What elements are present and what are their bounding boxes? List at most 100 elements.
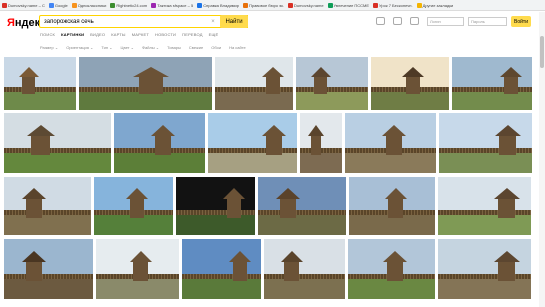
image-result[interactable] — [452, 57, 532, 110]
image-result[interactable] — [94, 177, 173, 235]
image-result[interactable] — [438, 239, 531, 299]
bookmark-item[interactable]: Тактика sfspace – 5 — [151, 2, 193, 8]
bookmark-label: Одноклассники — [77, 2, 107, 8]
image-result[interactable] — [4, 177, 91, 235]
bell-icon[interactable] — [393, 17, 402, 25]
image-result[interactable] — [4, 113, 111, 173]
filter-item[interactable]: Тип ⌄ — [101, 45, 112, 50]
tab-item[interactable]: ЕЩЁ — [209, 32, 219, 37]
tab-item[interactable]: МАРКЕТ — [132, 32, 149, 37]
image-result[interactable] — [439, 113, 532, 173]
tab-item[interactable]: ПЕРЕВОД — [182, 32, 203, 37]
image-ground — [215, 90, 293, 110]
image-ground — [4, 150, 111, 173]
image-roof — [151, 125, 175, 136]
image-result[interactable] — [182, 239, 261, 299]
bookmark-item[interactable]: Dumovsky.name – С — [2, 2, 45, 8]
filter-item[interactable]: Обои — [211, 45, 221, 50]
image-ground — [300, 150, 342, 173]
image-result[interactable] — [176, 177, 255, 235]
image-result[interactable] — [345, 113, 436, 173]
image-palisade — [296, 87, 368, 92]
image-result[interactable] — [114, 113, 205, 173]
image-ground — [176, 213, 255, 235]
bookmark-item[interactable]: Увлечение ПССМЕ — [327, 2, 369, 8]
image-roof — [384, 188, 407, 199]
filter-item[interactable]: Размер ⌄ — [40, 45, 58, 50]
image-palisade — [452, 87, 532, 92]
image-result[interactable] — [300, 113, 342, 173]
bookmark-item[interactable]: Одноклассники — [71, 2, 107, 8]
image-tower — [280, 199, 296, 218]
image-result[interactable] — [79, 57, 212, 110]
image-palisade — [4, 274, 93, 279]
image-result[interactable] — [349, 177, 435, 235]
filter-item[interactable]: Файлы ⌄ — [142, 45, 159, 50]
image-filters: Размер ⌄ Ориентация ⌄ Тип ⌄ Цвет ⌄ Файлы ⌄ То… — [40, 45, 246, 50]
bookmark-item[interactable]: Google — [48, 2, 68, 8]
tab-item[interactable]: НОВОСТИ — [155, 32, 176, 37]
bookmark-item[interactable]: Урок 7 Бесконечн. — [373, 2, 413, 8]
bookmark-item[interactable]: Rightnetic24.com — [110, 2, 148, 8]
image-ground — [264, 276, 345, 299]
bookmark-label: Другие закладки — [422, 2, 454, 8]
camera-icon[interactable] — [376, 17, 385, 25]
collections-icon[interactable] — [410, 17, 419, 25]
bookmark-favicon-icon — [288, 2, 294, 8]
bookmark-label: Dumovsky.name — [294, 2, 324, 8]
bookmark-item[interactable]: Другие закладки — [416, 2, 454, 8]
tab-item[interactable]: ВИДЕО — [90, 32, 105, 37]
tab-item[interactable]: ПОИСК — [40, 32, 55, 37]
search-input[interactable]: запорожская сечь — [40, 19, 209, 25]
image-roof — [22, 188, 46, 199]
image-result[interactable] — [4, 57, 76, 110]
bookmark-favicon-icon — [71, 2, 77, 8]
image-tower — [266, 136, 282, 155]
image-roof — [129, 251, 152, 262]
password-field[interactable]: Пароль — [468, 17, 507, 26]
image-result[interactable] — [296, 57, 368, 110]
image-result[interactable] — [371, 57, 449, 110]
bookmark-label: Правовое бюро эк. — [249, 2, 285, 8]
image-tower — [311, 136, 321, 155]
image-palisade — [438, 210, 531, 215]
filter-item[interactable]: Ориентация ⌄ — [66, 45, 93, 50]
image-ground — [208, 150, 297, 173]
bookmark-label: Справка Владимир — [203, 2, 240, 8]
tab-item[interactable]: КАРТИНКИ — [61, 32, 84, 37]
image-roof — [382, 125, 406, 136]
search-box[interactable]: запорожская сечь × — [39, 15, 248, 28]
scrollbar[interactable] — [539, 12, 545, 307]
image-result[interactable] — [258, 177, 346, 235]
image-palisade — [215, 87, 293, 92]
tab-item[interactable]: КАРТЫ — [111, 32, 125, 37]
image-result[interactable] — [96, 239, 179, 299]
clear-icon[interactable]: × — [209, 19, 217, 25]
login-button[interactable]: Войти — [511, 16, 531, 27]
bookmark-label: Rightnetic24.com — [116, 2, 148, 8]
image-result[interactable] — [4, 239, 93, 299]
scrollbar-thumb[interactable] — [540, 36, 544, 68]
search-tabs: ПОИСК КАРТИНКИ ВИДЕО КАРТЫ МАРКЕТ НОВОСТИ ПЕРЕ… — [40, 32, 218, 37]
filter-item[interactable]: Свежие — [189, 45, 203, 50]
image-result[interactable] — [264, 239, 345, 299]
filter-item[interactable]: Товары — [167, 45, 181, 50]
image-roof — [280, 251, 303, 262]
bookmark-favicon-icon — [327, 2, 333, 8]
image-result[interactable] — [208, 113, 297, 173]
image-result[interactable] — [348, 239, 435, 299]
bookmark-favicon-icon — [110, 2, 116, 8]
image-tower — [26, 262, 42, 281]
filter-item[interactable]: На сайте — [229, 45, 246, 50]
filter-item[interactable]: Цвет ⌄ — [121, 45, 134, 50]
search-button[interactable]: Найти — [220, 15, 248, 28]
bookmark-item[interactable]: Правовое бюро эк. — [243, 2, 285, 8]
bookmark-item[interactable]: Справка Владимир — [197, 2, 240, 8]
bookmark-item[interactable]: Dumovsky.name — [288, 2, 324, 8]
header-tools — [376, 17, 419, 25]
bookmark-favicon-icon — [197, 2, 203, 8]
image-result[interactable] — [438, 177, 531, 235]
image-tower — [233, 262, 247, 281]
image-result[interactable] — [215, 57, 293, 110]
login-field[interactable]: Логин — [427, 17, 464, 26]
